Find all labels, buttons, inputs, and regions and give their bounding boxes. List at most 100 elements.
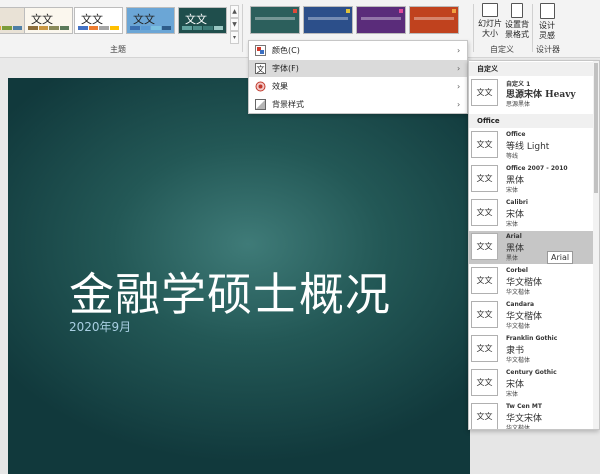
theme-sample-text: 文文 xyxy=(81,13,103,26)
variant-thumbnail[interactable] xyxy=(356,6,406,34)
theme-color-bar xyxy=(130,26,171,30)
slide-subtitle[interactable]: 2020年9月 xyxy=(69,318,131,335)
font-option-name: Candara xyxy=(506,301,535,308)
font-preview-icon: 文文 xyxy=(471,199,498,226)
variant-thumbnail[interactable] xyxy=(409,6,459,34)
theme-thumbnail[interactable]: 文文 xyxy=(74,7,123,34)
variant-thumbnail[interactable] xyxy=(303,6,353,34)
font-preview-icon: 文文 xyxy=(471,335,498,362)
color-palette-icon xyxy=(255,45,266,56)
font-option-name: Office 2007 - 2010 xyxy=(506,165,568,172)
gallery-more-icon[interactable]: ▾ xyxy=(230,31,239,44)
slide-size-button[interactable]: 幻灯片 大小 xyxy=(476,3,504,39)
theme-color-bar xyxy=(28,26,69,30)
font-preview-icon: 文文 xyxy=(471,79,498,106)
variant-thumbnail[interactable] xyxy=(250,6,300,34)
font-option-body: 华文楷体 xyxy=(506,289,531,296)
font-preview-icon: 文文 xyxy=(471,131,498,158)
font-option-body: 宋体 xyxy=(506,221,519,228)
menu-item-colors[interactable]: 颜色(C) › xyxy=(249,42,467,59)
slide-size-label: 幻灯片 大小 xyxy=(478,19,502,38)
theme-color-bar xyxy=(182,26,223,30)
font-option[interactable]: 文文 Corbel 华文楷体 华文楷体 xyxy=(469,265,595,298)
font-option-name: Century Gothic xyxy=(506,369,557,376)
theme-sample-text: 文文 xyxy=(133,13,155,26)
font-option[interactable]: 文文 Franklin Gothic 隶书 华文楷体 xyxy=(469,333,595,366)
chevron-right-icon: › xyxy=(457,64,461,73)
chevron-right-icon: › xyxy=(457,82,461,91)
scrollbar-thumb[interactable] xyxy=(594,63,598,193)
font-option[interactable]: 文文 Office 等线 Light 等线 xyxy=(469,129,595,162)
font-option-custom[interactable]: 文文 自定义 1 思源宋体 Heavy 思源黑体 xyxy=(469,77,595,110)
font-option[interactable]: 文文 Calibri 宋体 宋体 xyxy=(469,197,595,230)
gallery-down-arrow-icon[interactable]: ▼ xyxy=(230,18,239,31)
design-ideas-icon xyxy=(539,3,555,19)
font-preview-icon: 文文 xyxy=(471,267,498,294)
gallery-up-arrow-icon[interactable]: ▲ xyxy=(230,5,239,18)
font-option-name: Office xyxy=(506,131,526,138)
variant-accent-mark xyxy=(293,9,297,13)
designer-group-label: 设计器 xyxy=(536,45,560,54)
svg-text:文: 文 xyxy=(257,64,265,74)
font-option-name: Corbel xyxy=(506,267,528,274)
group-divider xyxy=(242,4,243,52)
group-divider xyxy=(473,4,474,52)
variant-accent-mark xyxy=(399,9,403,13)
font-option[interactable]: 文文 Century Gothic 宋体 宋体 xyxy=(469,367,595,400)
font-option-body: 华文楷体 xyxy=(506,425,531,430)
font-option-name: Calibri xyxy=(506,199,528,206)
theme-thumbnail[interactable]: 文文 xyxy=(24,7,73,34)
font-option[interactable]: 文文 Candara 华文楷体 华文楷体 xyxy=(469,299,595,332)
font-tooltip: Arial xyxy=(547,251,574,264)
format-background-label: 设置背 景格式 xyxy=(505,20,529,39)
themes-gallery-scroll: ▲ ▼ ▾ xyxy=(230,5,239,44)
fonts-flyout: 自定义 文文 自定义 1 思源宋体 Heavy 思源黑体 Office 文文 Of… xyxy=(468,60,600,430)
themes-group-label: 主题 xyxy=(110,45,126,54)
custom-fonts-header: 自定义 xyxy=(469,62,595,76)
theme-thumbnail[interactable] xyxy=(0,7,26,34)
font-option-body: 宋体 xyxy=(506,391,519,398)
format-background-icon xyxy=(511,3,523,18)
font-preview-icon: 文文 xyxy=(471,165,498,192)
font-option-body: 思源黑体 xyxy=(506,101,531,108)
design-ideas-label: 设计 灵感 xyxy=(539,21,555,40)
theme-thumbnail[interactable]: 文文 xyxy=(178,7,227,34)
font-option[interactable]: 文文 Tw Cen MT 华文宋体 华文楷体 xyxy=(469,401,595,430)
theme-color-bar xyxy=(0,26,22,30)
menu-item-fonts[interactable]: 文 字体(F) › xyxy=(249,60,467,77)
slide-title[interactable]: 金融学硕士概况 xyxy=(69,258,391,323)
font-preview-icon: 文文 xyxy=(471,403,498,429)
variant-accent-mark xyxy=(346,9,350,13)
theme-thumbnail[interactable]: 文文 xyxy=(126,7,175,34)
background-icon xyxy=(255,99,266,110)
menu-item-background-styles[interactable]: 背景样式 › xyxy=(249,96,467,113)
font-option-name: Tw Cen MT xyxy=(506,403,542,410)
custom-group-label: 自定义 xyxy=(490,45,514,54)
menu-item-label: 颜色(C) xyxy=(272,46,300,55)
menu-item-effects[interactable]: 效果 › xyxy=(249,78,467,95)
font-option-body: 等线 xyxy=(506,153,519,160)
font-option-body: 宋体 xyxy=(506,187,519,194)
format-background-button[interactable]: 设置背 景格式 xyxy=(503,3,531,40)
font-option[interactable]: 文文 Office 2007 - 2010 黑体 宋体 xyxy=(469,163,595,196)
font-option-name: Arial xyxy=(506,233,522,240)
theme-sample-text: 文文 xyxy=(185,13,207,26)
chevron-right-icon: › xyxy=(457,46,461,55)
variant-accent-mark xyxy=(452,9,456,13)
chevron-right-icon: › xyxy=(457,100,461,109)
font-option-body: 黑体 xyxy=(506,255,519,262)
font-option-body: 华文楷体 xyxy=(506,357,531,364)
menu-item-label: 效果 xyxy=(272,82,288,91)
design-ideas-button[interactable]: 设计 灵感 xyxy=(533,3,561,41)
font-option[interactable]: 文文 Arial 黑体 黑体 xyxy=(469,231,595,264)
font-icon: 文 xyxy=(255,63,266,74)
flyout-scrollbar[interactable] xyxy=(593,61,599,429)
font-preview-icon: 文文 xyxy=(471,233,498,260)
effects-icon xyxy=(255,81,266,92)
slide-size-icon xyxy=(482,3,498,17)
font-option-body: 华文楷体 xyxy=(506,323,531,330)
font-option-name: Franklin Gothic xyxy=(506,335,558,342)
office-fonts-header: Office xyxy=(469,114,595,128)
slide[interactable]: 金融学硕士概况 2020年9月 xyxy=(8,78,470,474)
font-preview-icon: 文文 xyxy=(471,301,498,328)
